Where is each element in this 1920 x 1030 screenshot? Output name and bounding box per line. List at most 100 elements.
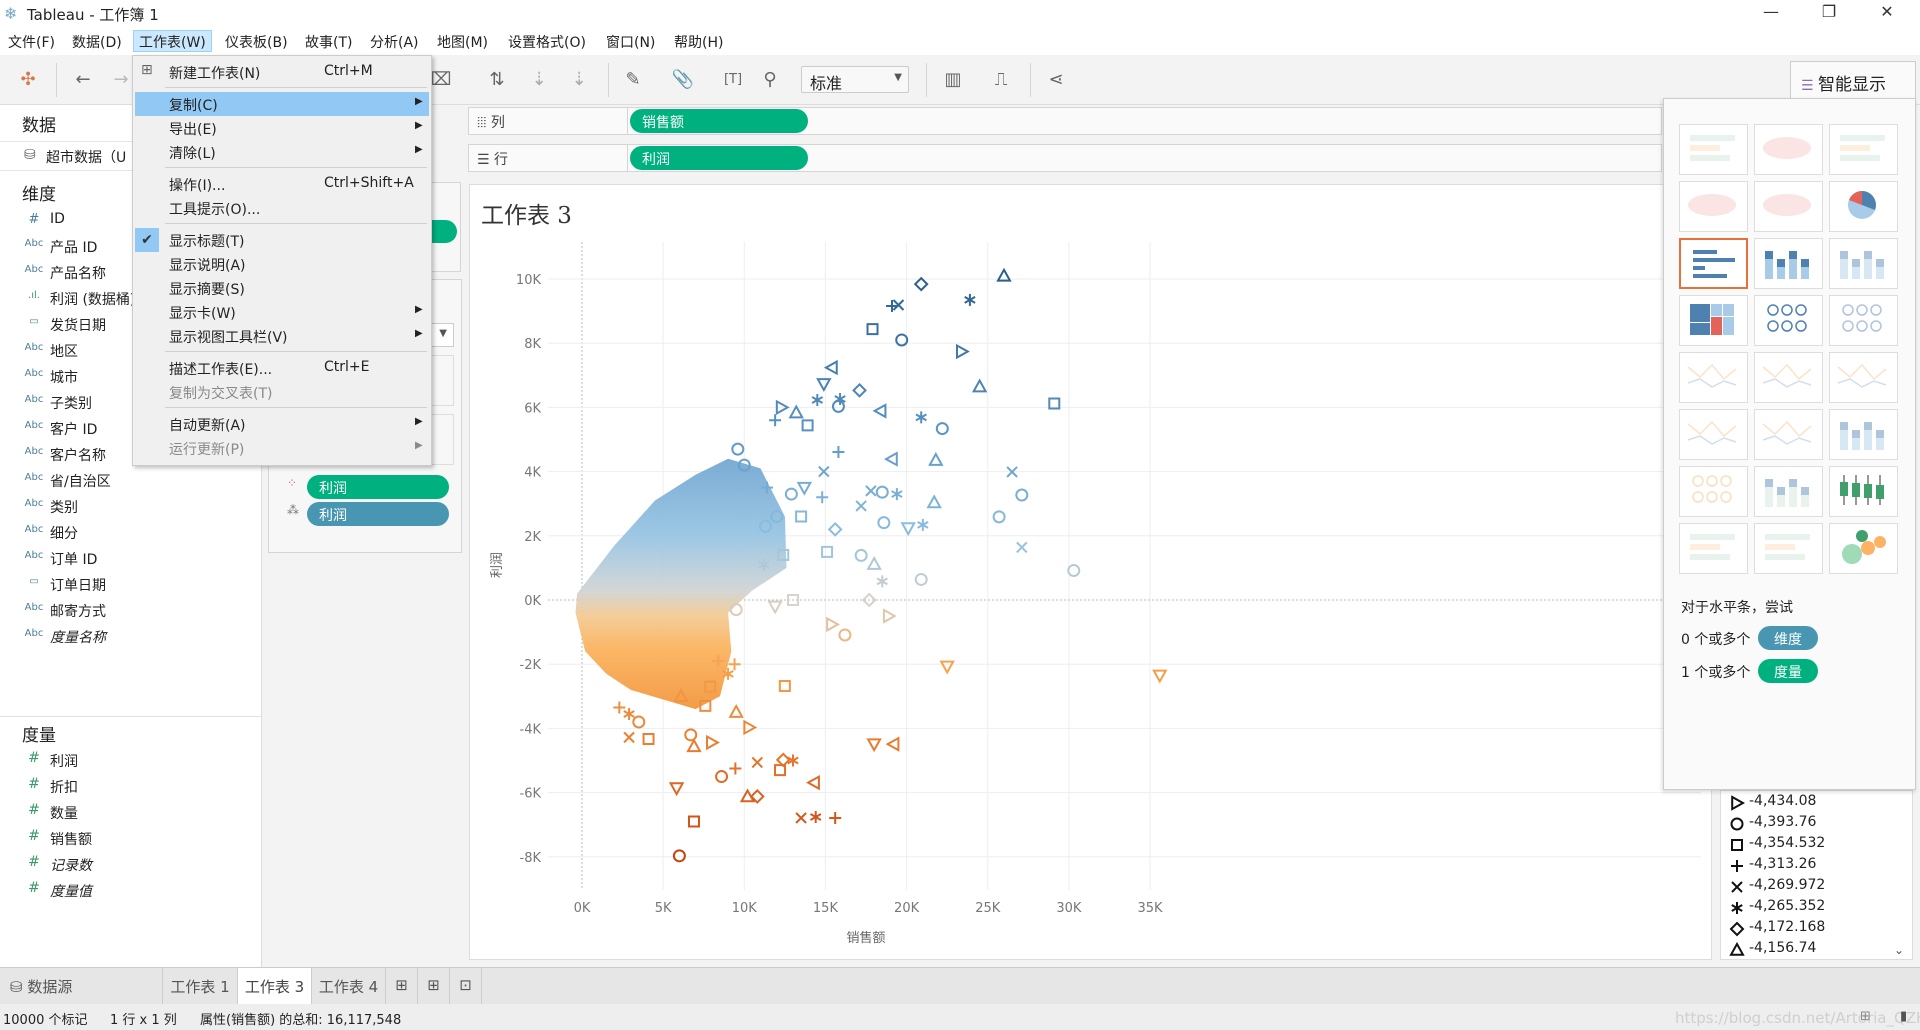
data-point[interactable]	[823, 359, 838, 376]
legend-shape[interactable]	[1731, 881, 1743, 893]
menu-item[interactable]: ⊞ 新建工作表(N) Ctrl+M	[135, 60, 429, 84]
data-point[interactable]	[876, 575, 888, 588]
data-point[interactable]	[913, 276, 929, 292]
pin-axes-icon[interactable]: ⚲	[757, 67, 783, 93]
menu-item[interactable]: 复制为交叉表(T)	[135, 380, 429, 404]
data-point[interactable]	[731, 442, 745, 456]
data-point[interactable]	[838, 628, 852, 642]
data-point[interactable]	[788, 404, 804, 419]
measure-field[interactable]: # 度量值	[0, 879, 262, 903]
menu-story[interactable]: 故事(T)	[300, 31, 357, 53]
menu-item[interactable]: 清除(L) ▶	[135, 140, 429, 164]
data-point[interactable]	[684, 728, 698, 742]
new-worksheet-icon[interactable]: ⊞	[386, 968, 418, 1005]
show-mark-labels-icon[interactable]: [T]	[720, 67, 746, 93]
dimension-field[interactable]: ▭ 订单日期	[0, 573, 262, 597]
data-point[interactable]	[796, 481, 813, 496]
sort-ascending-icon[interactable]: ⇣	[526, 67, 552, 93]
legend-shape[interactable]	[1729, 921, 1745, 937]
group-paperclip-icon[interactable]: 📎	[670, 67, 696, 93]
rows-pill[interactable]: 利润	[630, 146, 808, 170]
chart-type-packed-bubbles[interactable]	[1829, 523, 1898, 574]
chart-type-side-by-side-bars[interactable]	[1829, 238, 1898, 289]
data-point[interactable]	[809, 810, 822, 823]
columns-shelf[interactable]: ⦙⦙⦙ 列 销售额	[468, 107, 1662, 135]
data-point[interactable]	[672, 849, 686, 863]
chart-type-heat-map[interactable]	[1754, 124, 1823, 175]
measure-field[interactable]: # 折扣	[0, 775, 262, 799]
data-point[interactable]	[821, 545, 834, 558]
menu-item[interactable]: 导出(E) ▶	[135, 116, 429, 140]
new-dashboard-icon[interactable]: ⊞	[418, 968, 450, 1005]
data-point[interactable]	[706, 734, 720, 751]
chart-type-stacked-bars[interactable]	[1754, 238, 1823, 289]
menu-item[interactable]: 描述工作表(E)... Ctrl+E	[135, 356, 429, 380]
menu-map[interactable]: 地图(M)	[432, 31, 493, 53]
chart-type-dual-combination[interactable]	[1829, 409, 1898, 460]
chart-type-text-table[interactable]	[1679, 124, 1748, 175]
undo-arrow-icon[interactable]: ←	[70, 67, 96, 93]
data-point[interactable]	[715, 770, 729, 784]
data-point[interactable]	[926, 494, 942, 509]
data-point[interactable]	[992, 510, 1006, 524]
tab-sheet-3[interactable]: 工作表 3	[238, 968, 312, 1005]
data-point[interactable]	[775, 752, 791, 768]
data-point[interactable]	[784, 487, 798, 501]
data-point[interactable]	[632, 715, 646, 729]
chart-type-lines-continuous[interactable]	[1679, 352, 1748, 403]
measure-field[interactable]: # 数量	[0, 801, 262, 825]
legend-shape[interactable]	[1730, 817, 1744, 831]
chart-type-symbol-map[interactable]	[1679, 181, 1748, 232]
measure-field[interactable]: # 销售额	[0, 827, 262, 851]
chart-type-gantt[interactable]	[1679, 523, 1748, 574]
chart-type-area-continuous[interactable]	[1679, 409, 1748, 460]
chart-type-dual-lines[interactable]	[1829, 352, 1898, 403]
data-point[interactable]	[1016, 541, 1028, 554]
data-point[interactable]	[865, 485, 877, 497]
data-point[interactable]	[743, 719, 758, 736]
data-point[interactable]	[728, 658, 741, 671]
menu-item[interactable]: ✔ 显示标题(T)	[135, 228, 429, 252]
data-point[interactable]	[816, 491, 829, 504]
data-point[interactable]	[795, 510, 808, 523]
redo-arrow-icon[interactable]: →	[108, 67, 134, 93]
swap-rows-columns-icon[interactable]: ⇅	[484, 67, 510, 93]
data-point[interactable]	[806, 774, 820, 791]
dimension-field[interactable]: Abc 度量名称	[0, 625, 262, 649]
menu-format[interactable]: 设置格式(O)	[503, 31, 591, 53]
dense-marks-cloud[interactable]	[575, 458, 787, 710]
chart-type-histogram[interactable]	[1754, 466, 1823, 517]
data-point[interactable]	[751, 756, 763, 769]
data-point[interactable]	[729, 762, 742, 775]
data-point[interactable]	[914, 572, 928, 586]
data-point[interactable]	[915, 411, 927, 424]
chart-type-area-discrete[interactable]	[1754, 409, 1823, 460]
chart-type-horizontal-bars[interactable]	[1679, 238, 1748, 289]
restore-button[interactable]: ❐	[1809, 2, 1849, 26]
dimension-field[interactable]: Abc 订单 ID	[0, 547, 262, 571]
data-point[interactable]	[854, 548, 868, 562]
data-point[interactable]	[866, 323, 879, 336]
data-point[interactable]	[827, 521, 843, 537]
tableau-logo-icon[interactable]: ✣	[15, 67, 41, 93]
data-point[interactable]	[686, 738, 702, 753]
chart-type-lines-discrete[interactable]	[1754, 352, 1823, 403]
color-pill[interactable]: 利润	[307, 475, 449, 499]
data-point[interactable]	[971, 378, 988, 393]
menu-window[interactable]: 窗口(N)	[601, 31, 660, 53]
menu-item[interactable]: 复制(C) ▶	[135, 92, 429, 116]
data-point[interactable]	[939, 660, 955, 675]
data-point[interactable]	[877, 516, 891, 530]
data-point[interactable]	[831, 399, 845, 413]
data-point[interactable]	[883, 451, 898, 467]
data-point[interactable]	[623, 707, 635, 720]
measure-field[interactable]: # 记录数	[0, 853, 262, 877]
minimize-button[interactable]: —	[1751, 2, 1791, 26]
tab-sheet-1[interactable]: 工作表 1	[163, 968, 238, 1005]
data-point[interactable]	[1152, 669, 1168, 684]
data-point[interactable]	[1067, 563, 1081, 577]
legend-shape[interactable]	[1729, 942, 1745, 956]
chart-type-pie[interactable]	[1829, 181, 1898, 232]
chart-type-box-and-whisker[interactable]	[1829, 466, 1898, 517]
data-point[interactable]	[866, 738, 882, 753]
